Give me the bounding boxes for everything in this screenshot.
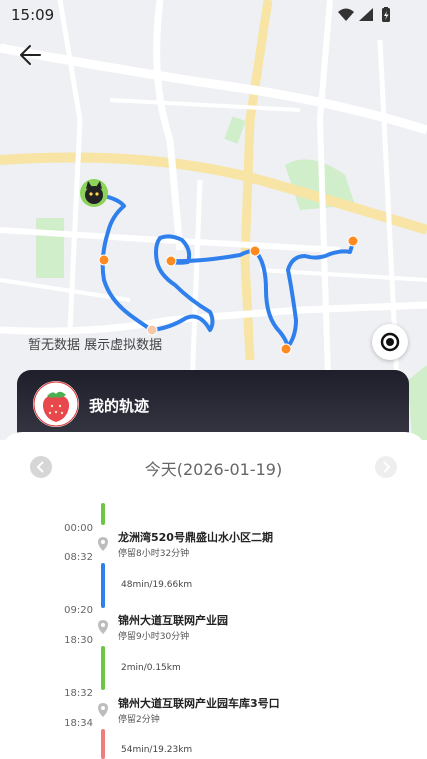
status-time: 15:09: [11, 6, 55, 24]
status-bar: 15:09: [0, 0, 427, 30]
leave-time: 08:32: [64, 552, 93, 563]
route-point: [347, 235, 359, 247]
timeline-segment: [101, 563, 105, 608]
avatar[interactable]: [33, 381, 79, 427]
stop-place: 锦州大道互联网产业园: [118, 614, 228, 627]
chevron-right-icon: [383, 461, 391, 473]
route-point: [165, 255, 177, 267]
current-position-cat-icon: [80, 179, 108, 207]
back-button[interactable]: [14, 38, 48, 72]
leave-time: 18:30: [64, 635, 93, 646]
wifi-icon: [338, 8, 354, 21]
timeline-segment: [101, 729, 105, 759]
timeline-segment: [101, 646, 105, 690]
arrow-left-icon: [20, 45, 41, 65]
locate-button[interactable]: [372, 324, 408, 360]
status-icons: [337, 7, 397, 27]
arrive-time: 09:20: [64, 605, 93, 616]
move-summary: 2min/0.15km: [121, 663, 181, 673]
no-data-notice: 暂无数据 展示虚拟数据: [28, 338, 163, 353]
location-pin-icon: [96, 536, 110, 556]
signal-icon: [359, 8, 373, 21]
route-point: [249, 245, 261, 257]
leave-time: 18:34: [64, 718, 93, 729]
stay-duration: 停留8小时32分钟: [118, 549, 190, 559]
battery-icon: [382, 7, 390, 22]
stop-place: 锦州大道互联网产业园车库3号口: [118, 697, 280, 710]
move-summary: 54min/19.23km: [121, 745, 193, 755]
card-title: 我的轨迹: [89, 397, 150, 415]
track-sheet: 今天(2026-01-19) 00:00 龙洲湾520号鼎盛山水小区二期 08:…: [0, 432, 427, 759]
arrive-time: 00:00: [64, 523, 93, 534]
target-icon: [380, 332, 400, 352]
stay-duration: 停留2分钟: [118, 715, 160, 725]
location-pin-icon: [96, 702, 110, 722]
move-summary: 48min/19.66km: [121, 580, 193, 590]
strawberry-avatar-icon: [33, 381, 79, 427]
location-pin-icon: [96, 619, 110, 639]
stay-duration: 停留9小时30分钟: [118, 632, 190, 642]
route-point: [280, 343, 292, 355]
stop-place: 龙洲湾520号鼎盛山水小区二期: [118, 531, 273, 544]
next-day-button[interactable]: [375, 456, 397, 478]
route-point: [98, 254, 110, 266]
date-title: 今天(2026-01-19): [144, 460, 283, 479]
timeline-segment: [101, 503, 105, 525]
arrive-time: 18:32: [64, 688, 93, 699]
